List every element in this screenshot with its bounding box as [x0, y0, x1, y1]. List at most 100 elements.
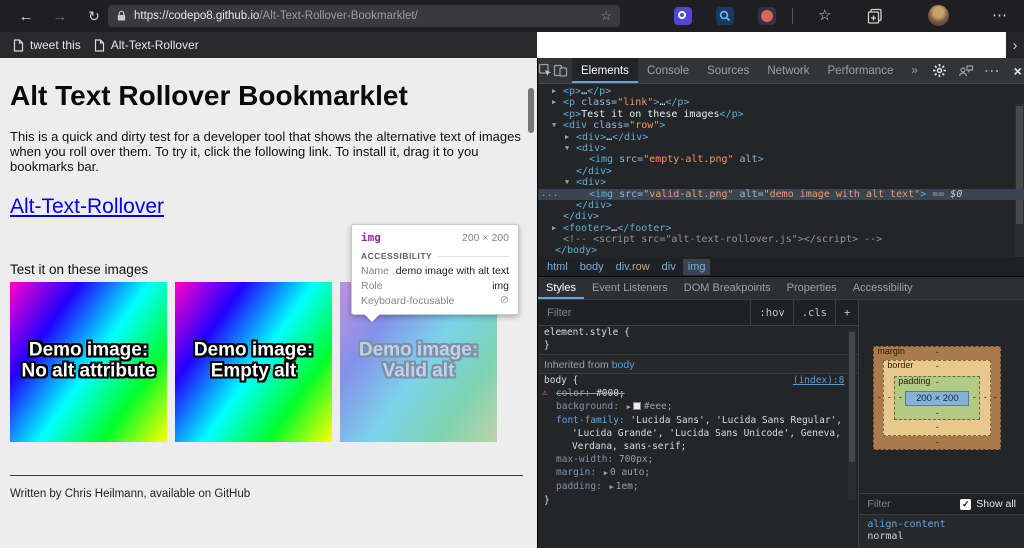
tree-row[interactable]: ▶<p>…</p>	[538, 86, 1024, 97]
box-model-value[interactable]: -	[981, 392, 989, 402]
breadcrumb-item[interactable]: body	[575, 259, 609, 275]
styles-filter-input[interactable]	[538, 300, 750, 325]
box-model-value[interactable]: -	[970, 392, 978, 402]
box-model-diagram[interactable]: margin----border----padding----200 × 200	[873, 346, 1001, 450]
styles-control-button[interactable]: .cls	[793, 300, 835, 325]
forward-icon[interactable]: →	[46, 8, 74, 25]
subtab-accessibility[interactable]: Accessibility	[845, 277, 921, 299]
bookmarks-overflow-chevron[interactable]: ›	[1006, 32, 1024, 58]
box-model-value[interactable]: -	[933, 437, 941, 447]
favorites-bar-icon[interactable]: ☆	[818, 7, 831, 25]
devtools-tab-[interactable]: »	[902, 58, 926, 83]
box-model-value[interactable]: -	[933, 347, 941, 357]
devtools-close-icon[interactable]: ×	[1005, 63, 1024, 79]
expand-arrow-icon[interactable]: ▶	[552, 223, 563, 234]
expand-icon[interactable]: ▶	[604, 469, 608, 477]
devtools-tab-console[interactable]: Console	[638, 58, 698, 83]
url-text[interactable]: https://codepo8.github.io/Alt-Text-Rollo…	[134, 10, 418, 22]
demo-image[interactable]: Demo image:No alt attribute	[10, 282, 167, 442]
tree-row[interactable]: <!-- <script src="alt-text-rollover.js">…	[538, 234, 1024, 245]
subtab-properties[interactable]: Properties	[779, 277, 845, 299]
element-style-open[interactable]: element.style {	[538, 326, 858, 339]
collections-icon[interactable]	[866, 7, 884, 25]
tree-row[interactable]: <p>Test it on these images</p>	[538, 109, 1024, 120]
css-declaration[interactable]: ⚠color: #000;	[538, 387, 858, 400]
styles-control-button[interactable]: :hov	[750, 300, 792, 325]
box-model-content[interactable]: 200 × 200	[905, 391, 969, 406]
tree-row[interactable]: ▶<footer>…</footer>	[538, 223, 1024, 234]
tree-row[interactable]: </div>	[538, 200, 1024, 211]
show-all-checkbox[interactable]: ✓	[960, 499, 971, 510]
tree-row[interactable]: ▼<div>	[538, 177, 1024, 188]
box-model-value[interactable]: -	[885, 392, 893, 402]
bookmarklet-link[interactable]: Alt-Text-Rollover	[10, 195, 164, 219]
computed-filter-input[interactable]	[859, 498, 960, 510]
devtools-tab-elements[interactable]: Elements	[572, 58, 638, 83]
tree-row[interactable]: ...<img src="valid-alt.png" alt="demo im…	[538, 189, 1024, 200]
expand-icon[interactable]: ▶	[627, 403, 631, 411]
expand-icon[interactable]: ▶	[610, 483, 614, 491]
box-model-value[interactable]: -	[875, 392, 883, 402]
bookmark-star-icon[interactable]: ☆	[600, 8, 612, 24]
extension-icon-2[interactable]	[716, 7, 734, 25]
tree-row[interactable]: ▶<p class="link">…</p>	[538, 97, 1024, 108]
back-icon[interactable]: ←	[12, 8, 40, 25]
expand-arrow-icon[interactable]: ▼	[552, 120, 563, 131]
tree-row[interactable]: </body>	[538, 245, 1024, 256]
address-bar[interactable]: https://codepo8.github.io/Alt-Text-Rollo…	[108, 5, 620, 27]
expand-arrow-icon[interactable]: ▶	[565, 132, 576, 143]
device-toolbar-icon[interactable]	[553, 58, 568, 83]
expand-arrow-icon[interactable]: ▼	[565, 143, 576, 154]
subtab-styles[interactable]: Styles	[538, 277, 584, 299]
css-declaration[interactable]: padding: ▶1em;	[538, 480, 858, 494]
devtools-tab-sources[interactable]: Sources	[698, 58, 758, 83]
box-model-value[interactable]: -	[933, 377, 941, 387]
styles-control-button[interactable]: +	[835, 300, 858, 325]
tree-row[interactable]: </div>	[538, 211, 1024, 222]
css-declaration[interactable]: font-family: 'Lucida Sans', 'Lucida Sans…	[538, 414, 858, 427]
browser-menu-icon[interactable]: ⋯	[992, 6, 1008, 24]
breadcrumb-item[interactable]: div.row	[611, 259, 655, 275]
breadcrumb-item[interactable]: div	[657, 259, 681, 275]
tree-row[interactable]: ▶<div>…</div>	[538, 132, 1024, 143]
tree-row[interactable]: ▼<div>	[538, 143, 1024, 154]
devtools-menu-icon[interactable]: ⋯	[979, 61, 1005, 81]
subtab-event-listeners[interactable]: Event Listeners	[584, 277, 676, 299]
box-model-value[interactable]: -	[896, 392, 904, 402]
inspect-element-icon[interactable]	[538, 58, 553, 83]
css-declaration[interactable]: margin: ▶0 auto;	[538, 466, 858, 480]
settings-gear-icon[interactable]	[927, 63, 953, 78]
tree-row[interactable]: <img src="empty-alt.png" alt>	[538, 154, 1024, 165]
tree-row[interactable]: </div>	[538, 166, 1024, 177]
bookmark-item[interactable]: tweet this	[13, 38, 81, 52]
page-scrollbar[interactable]	[528, 88, 534, 133]
bookmark-item[interactable]: Alt-Text-Rollover	[94, 38, 199, 52]
extension-icon-3[interactable]	[758, 7, 776, 25]
devtools-tab-network[interactable]: Network	[758, 58, 818, 83]
box-model-value[interactable]: -	[933, 422, 941, 432]
tree-row[interactable]: ▼<div class="row">	[538, 120, 1024, 131]
extension-icon-1[interactable]	[674, 7, 692, 25]
computed-property-name[interactable]: align-content	[867, 519, 1024, 531]
profile-avatar[interactable]	[928, 5, 949, 26]
box-model-value[interactable]: -	[991, 392, 999, 402]
styles-scrollbar[interactable]	[848, 330, 856, 500]
box-model-value[interactable]: -	[933, 361, 941, 371]
stylesheet-source-link[interactable]: (index):8	[793, 374, 844, 387]
feedback-icon[interactable]	[953, 64, 979, 78]
expand-arrow-icon[interactable]: ▶	[552, 97, 563, 108]
breadcrumb-item[interactable]: html	[542, 259, 573, 275]
subtab-dom-breakpoints[interactable]: DOM Breakpoints	[676, 277, 779, 299]
box-model-value[interactable]: -	[933, 408, 941, 418]
reload-icon[interactable]: ↻	[80, 8, 108, 25]
row-actions-gutter[interactable]: ...	[541, 189, 559, 200]
inherited-body-link[interactable]: body	[612, 359, 635, 371]
devtools-tab-performance[interactable]: Performance	[819, 58, 903, 83]
demo-image[interactable]: Demo image:Empty alt	[175, 282, 332, 442]
css-declaration[interactable]: background: ▶#eee;	[538, 400, 858, 414]
breadcrumb-item[interactable]: img	[683, 259, 711, 275]
color-swatch-icon[interactable]	[633, 402, 641, 410]
css-declaration[interactable]: max-width: 700px;	[538, 453, 858, 466]
expand-arrow-icon[interactable]: ▼	[565, 177, 576, 188]
expand-arrow-icon[interactable]: ▶	[552, 86, 563, 97]
